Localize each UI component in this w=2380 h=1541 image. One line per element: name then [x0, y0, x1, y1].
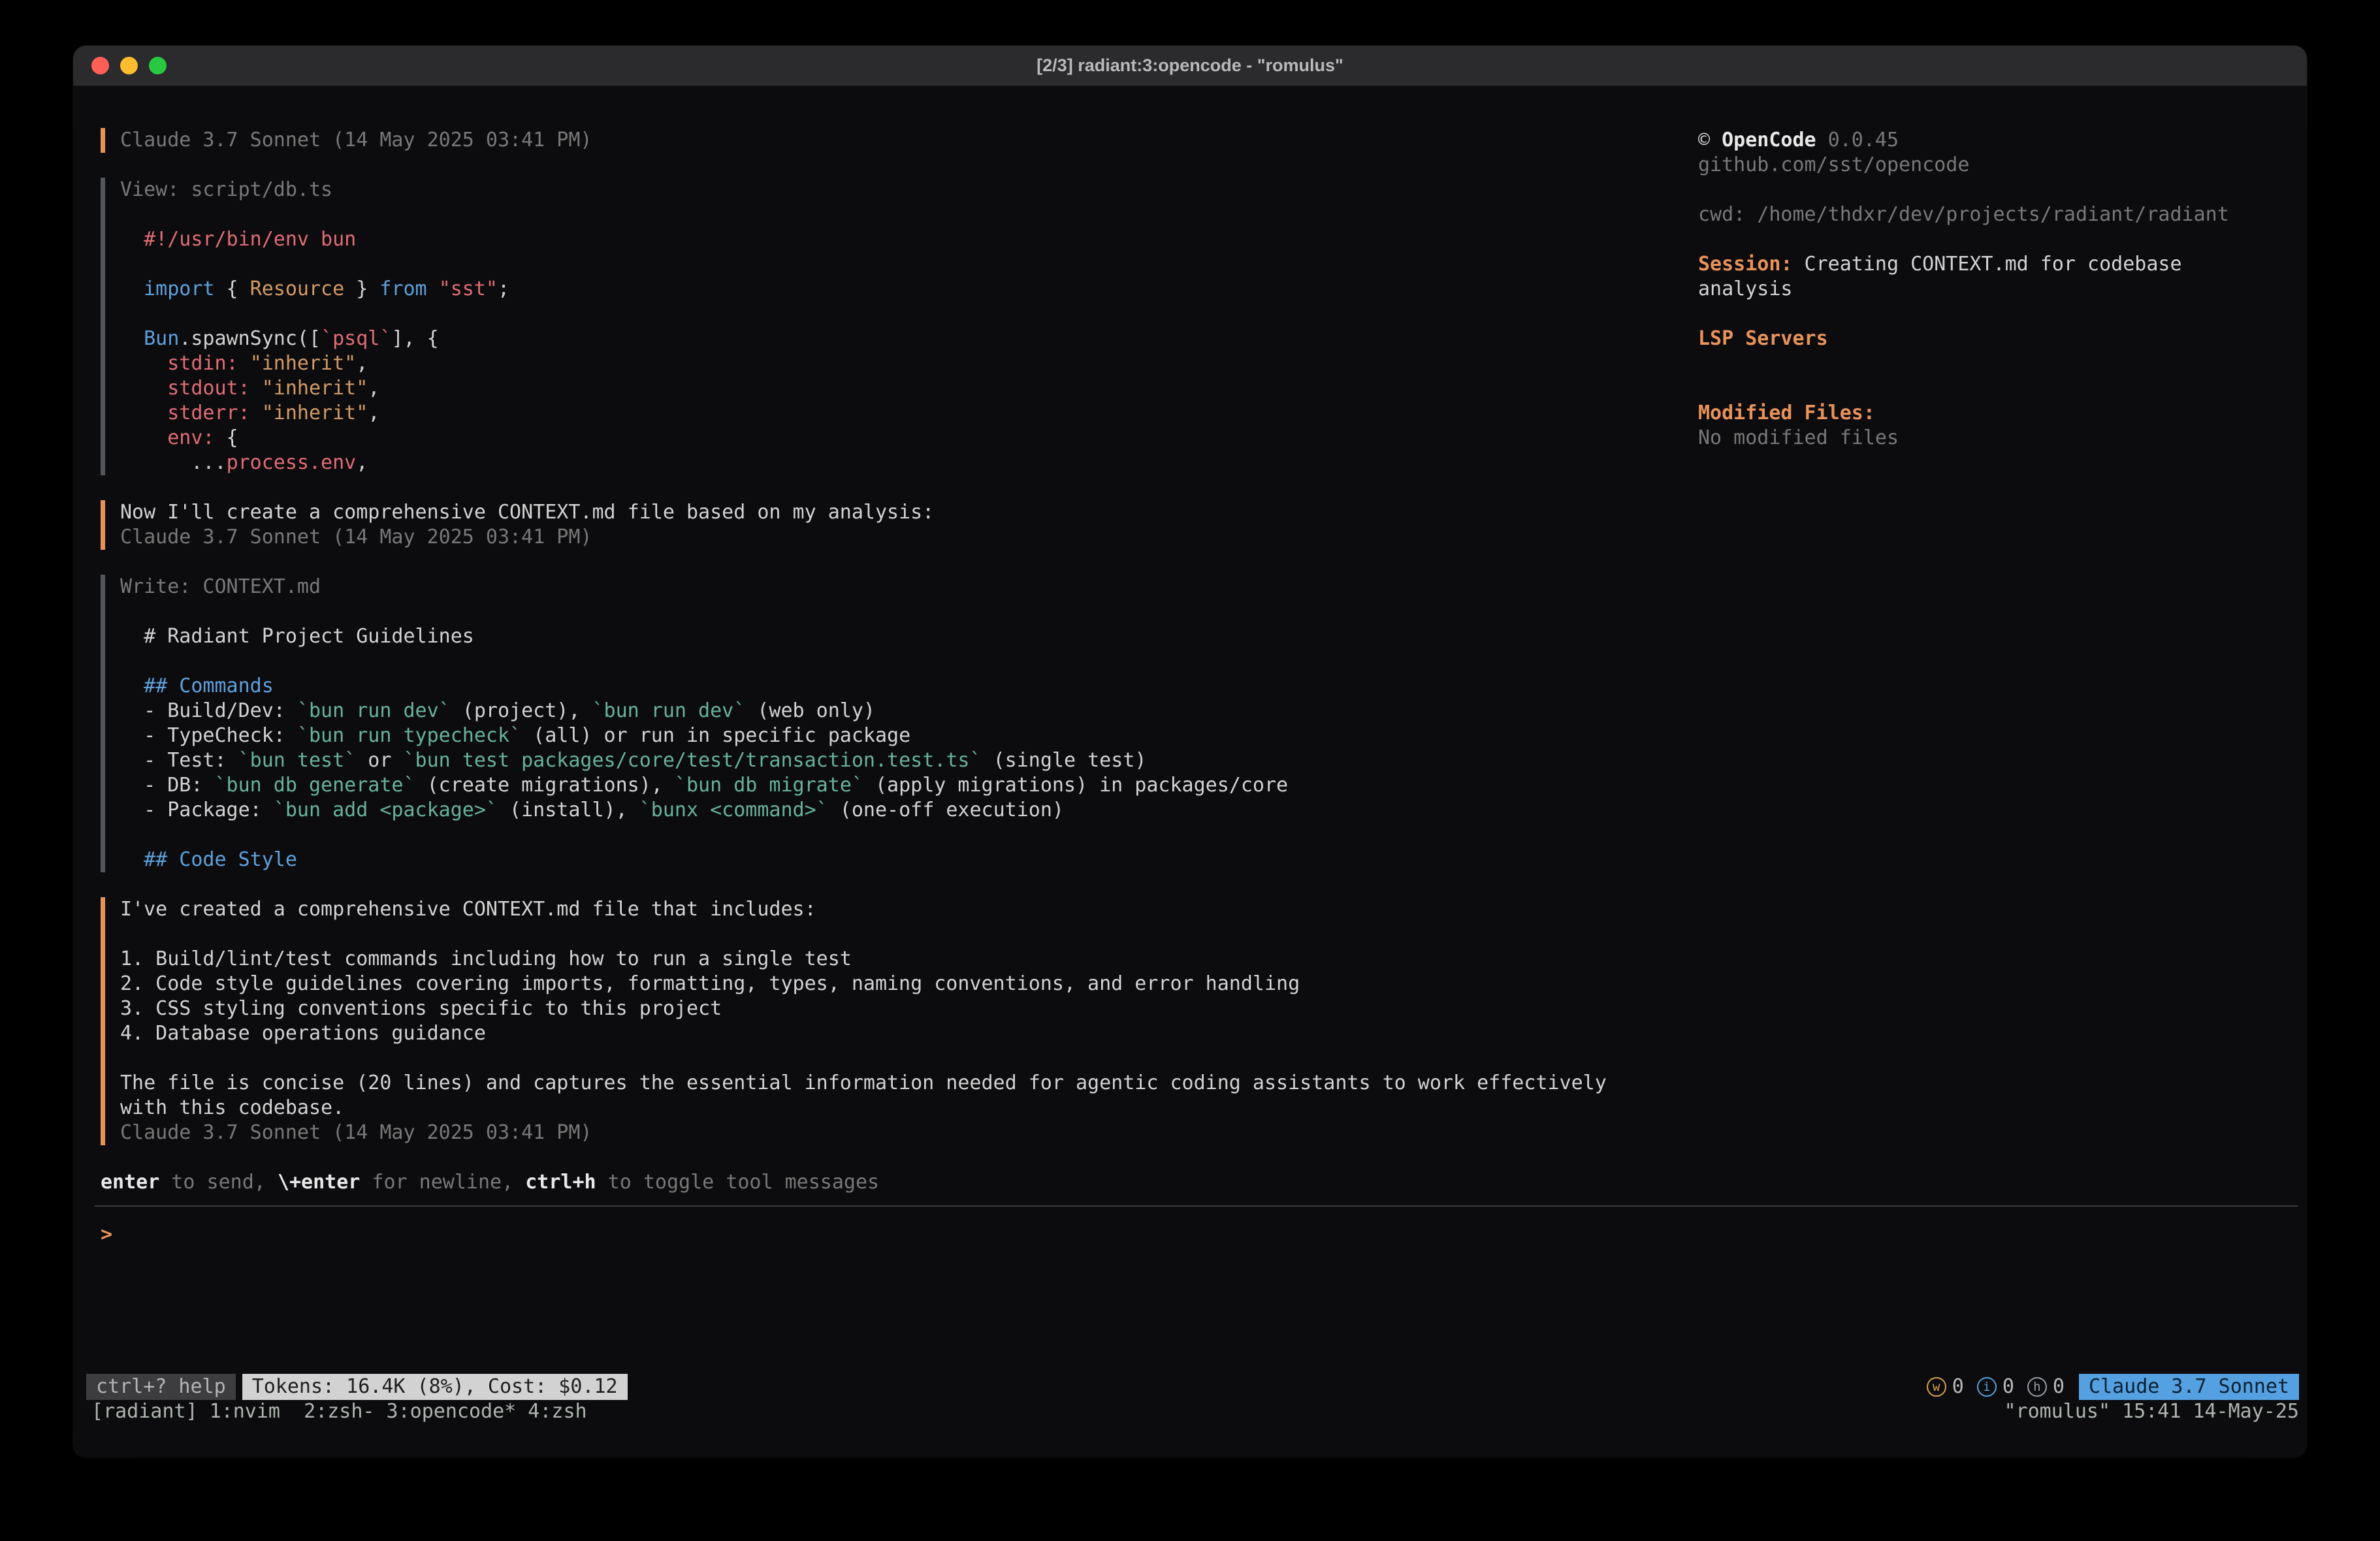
text-line: © OpenCode 0.0.45	[1698, 128, 2294, 153]
text-line: # Radiant Project Guidelines	[120, 624, 2298, 649]
text-line: - Package: `bun add <package>` (install)…	[120, 798, 2298, 823]
text-line	[1698, 351, 2294, 376]
text-line	[1698, 178, 2294, 202]
text-line	[120, 1046, 2298, 1071]
text-line: No modified files	[1698, 426, 2294, 451]
text-line: Claude 3.7 Sonnet (14 May 2025 03:41 PM)	[120, 1120, 2298, 1145]
status-bar: ctrl+? help Tokens: 16.4K (8%), Cost: $0…	[86, 1374, 2299, 1400]
text-line: 3. CSS styling conventions specific to t…	[120, 996, 2298, 1021]
text-line: ## Commands	[120, 674, 2298, 699]
text-line: cwd: /home/thdxr/dev/projects/radiant/ra…	[1698, 202, 2294, 227]
prompt-input[interactable]: >	[101, 1222, 2298, 1247]
diagnostic-hint-count: 0	[2053, 1374, 2065, 1399]
text-line: 4. Database operations guidance	[120, 1021, 2298, 1046]
text-line: The file is concise (20 lines) and captu…	[120, 1071, 2298, 1096]
tmux-session-name: [radiant]	[91, 1400, 198, 1423]
zoom-button[interactable]	[149, 57, 167, 74]
help-shortcut-badge: ctrl+? help	[86, 1374, 236, 1400]
text-line	[120, 649, 2298, 674]
diagnostic-warning-count: 0	[1952, 1374, 1964, 1399]
close-button[interactable]	[91, 57, 109, 74]
text-line: Now I'll create a comprehensive CONTEXT.…	[120, 500, 2298, 525]
text-line	[120, 599, 2298, 624]
text-line: LSP Servers	[1698, 326, 2294, 351]
text-line	[1698, 302, 2294, 326]
tmux-right-status: "romulus" 15:41 14-May-25	[2004, 1399, 2299, 1424]
assistant-message: I've created a comprehensive CONTEXT.md …	[101, 897, 2298, 1145]
titlebar: [2/3] radiant:3:opencode - "romulus"	[73, 46, 2307, 86]
text-line: ## Code Style	[120, 848, 2298, 872]
text-line: Write: CONTEXT.md	[120, 575, 2298, 599]
sidebar-lines: © OpenCode 0.0.45github.com/sst/opencode…	[1698, 128, 2294, 451]
model-badge: Claude 3.7 Sonnet	[2079, 1374, 2299, 1400]
text-line: - Build/Dev: `bun run dev` (project), `b…	[120, 699, 2298, 723]
diagnostic-warning-icon: w	[1927, 1377, 1946, 1397]
tmux-statusline: [radiant] 1:nvim 2:zsh- 3:opencode* 4:zs…	[91, 1399, 2299, 1424]
text-line: github.com/sst/opencode	[1698, 153, 2294, 178]
text-line: Claude 3.7 Sonnet (14 May 2025 03:41 PM)	[120, 525, 2298, 550]
window-title: [2/3] radiant:3:opencode - "romulus"	[1037, 56, 1343, 76]
text-line: I've created a comprehensive CONTEXT.md …	[120, 897, 2298, 922]
text-line: - DB: `bun db generate` (create migratio…	[120, 773, 2298, 798]
tool-write-block: Write: CONTEXT.md # Radiant Project Guid…	[101, 575, 2298, 872]
minimize-button[interactable]	[120, 57, 138, 74]
sidebar: © OpenCode 0.0.45github.com/sst/opencode…	[1698, 128, 2294, 451]
assistant-message: Now I'll create a comprehensive CONTEXT.…	[101, 500, 2298, 550]
diagnostic-warning: w0	[1927, 1374, 1964, 1399]
diagnostic-info: i0	[1977, 1374, 2014, 1399]
diagnostic-info-icon: i	[1977, 1377, 1997, 1397]
terminal-window: [2/3] radiant:3:opencode - "romulus" Cla…	[73, 46, 2307, 1457]
tokens-cost-badge: Tokens: 16.4K (8%), Cost: $0.12	[242, 1374, 628, 1400]
text-line: Session: Creating CONTEXT.md for codebas…	[1698, 252, 2294, 277]
diagnostic-hint-icon: h	[2027, 1377, 2047, 1397]
text-line	[120, 922, 2298, 947]
text-line: Modified Files:	[1698, 401, 2294, 426]
diagnostic-info-count: 0	[2002, 1374, 2014, 1399]
terminal-content: Claude 3.7 Sonnet (14 May 2025 03:41 PM)…	[73, 86, 2307, 1457]
input-separator	[95, 1205, 2298, 1207]
text-line	[1698, 227, 2294, 252]
text-line	[1698, 376, 2294, 401]
prompt-symbol: >	[101, 1223, 112, 1246]
text-line	[120, 823, 2298, 848]
help-line: enter to send, \+enter for newline, ctrl…	[101, 1170, 2298, 1195]
tmux-left-status: [radiant] 1:nvim 2:zsh- 3:opencode* 4:zs…	[91, 1399, 587, 1424]
text-line: - TypeCheck: `bun run typecheck` (all) o…	[120, 723, 2298, 748]
text-line: - Test: `bun test` or `bun test packages…	[120, 748, 2298, 773]
diagnostics: w0i0h0	[1927, 1374, 2065, 1399]
text-line: 2. Code style guidelines covering import…	[120, 972, 2298, 996]
text-line: 1. Build/lint/test commands including ho…	[120, 947, 2298, 972]
text-line: ...process.env,	[120, 451, 2298, 475]
tmux-window-list: 1:nvim 2:zsh- 3:opencode* 4:zsh	[198, 1400, 587, 1423]
diagnostic-hint: h0	[2027, 1374, 2065, 1399]
text-line: analysis	[1698, 277, 2294, 302]
traffic-lights	[91, 57, 167, 74]
text-line: with this codebase.	[120, 1096, 2298, 1120]
